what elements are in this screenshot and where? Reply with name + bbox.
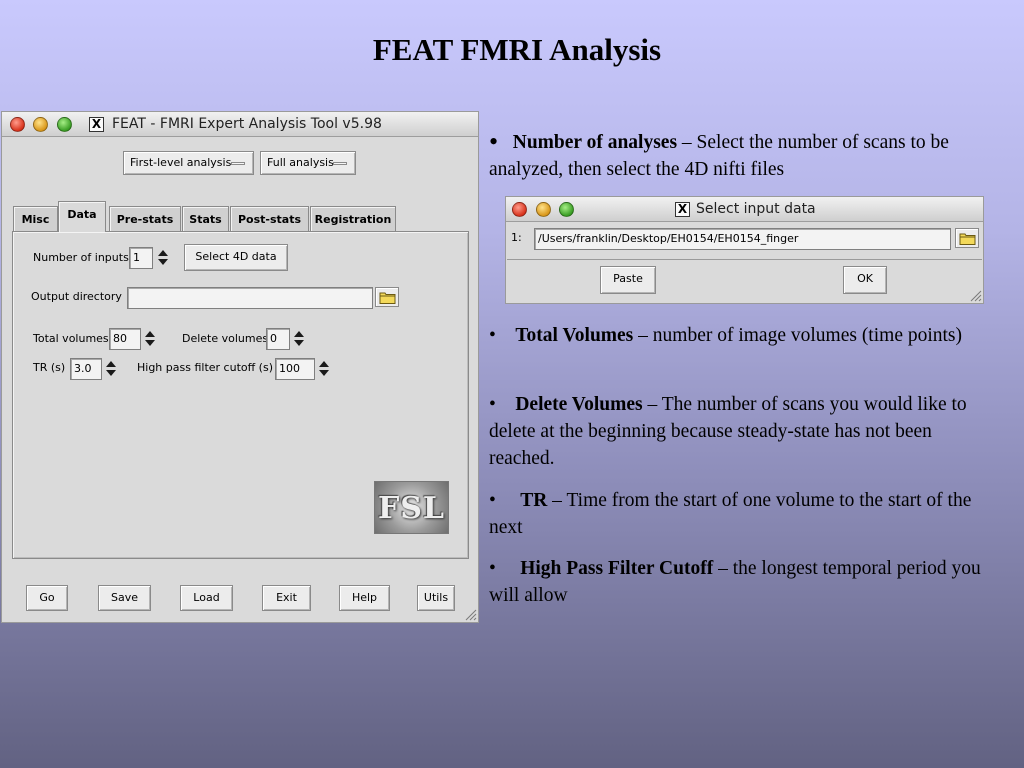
resize-grip-icon[interactable] (968, 288, 982, 302)
bullet-marker: • (489, 490, 496, 511)
tr-field[interactable]: 3.0 (70, 358, 102, 380)
paste-button[interactable]: Paste (600, 266, 656, 294)
input-path-browse-button[interactable] (955, 228, 979, 248)
number-of-inputs-label: Number of inputs (33, 251, 129, 264)
bullet-tr: • TR – Time from the start of one volume… (489, 487, 999, 541)
folder-icon (959, 233, 976, 245)
spin-down-icon[interactable] (145, 340, 155, 346)
menu-indicator-icon (333, 162, 347, 165)
number-of-inputs-stepper[interactable] (156, 247, 169, 269)
fsl-logo: FSL (374, 481, 449, 534)
spin-down-icon[interactable] (158, 259, 168, 265)
bullet-number-of-analyses: • Number of analyses – Select the number… (489, 128, 994, 183)
slide-title: FEAT FMRI Analysis (372, 32, 662, 67)
bullet-term: Number of analyses (512, 132, 678, 153)
total-volumes-field[interactable]: 80 (109, 328, 141, 350)
bullet-delete-volumes: • Delete Volumes – The number of scans y… (489, 391, 994, 472)
analysis-level-menu[interactable]: First-level analysis (123, 151, 254, 175)
help-button[interactable]: Help (339, 585, 390, 611)
exit-button[interactable]: Exit (262, 585, 311, 611)
resize-grip-icon[interactable] (463, 607, 477, 621)
x11-icon: X (89, 117, 104, 132)
zoom-icon[interactable] (559, 202, 574, 217)
input-path-field[interactable]: /Users/franklin/Desktop/EH0154/EH0154_fi… (534, 228, 951, 250)
output-directory-field[interactable] (127, 287, 373, 309)
tr-stepper[interactable] (104, 358, 117, 380)
select-input-window: X Select input data 1: /Users/franklin/D… (505, 196, 984, 304)
analysis-type-menu[interactable]: Full analysis (260, 151, 356, 175)
feat-window-title: FEAT - FMRI Expert Analysis Tool v5.98 (112, 116, 382, 132)
tab-stats[interactable]: Stats (182, 206, 229, 232)
output-directory-browse-button[interactable] (375, 287, 399, 307)
go-button[interactable]: Go (26, 585, 68, 611)
spin-up-icon[interactable] (158, 250, 168, 256)
spin-up-icon[interactable] (319, 361, 329, 367)
feat-titlebar[interactable]: X FEAT - FMRI Expert Analysis Tool v5.98 (2, 112, 478, 137)
feat-window: X FEAT - FMRI Expert Analysis Tool v5.98… (1, 111, 479, 623)
bullet-term: Total Volumes (515, 325, 634, 346)
tab-label: Misc (21, 213, 50, 226)
bullet-marker: • (489, 127, 499, 156)
number-of-inputs-field[interactable]: 1 (129, 247, 153, 269)
utils-button[interactable]: Utils (417, 585, 455, 611)
tr-label: TR (s) (33, 361, 66, 374)
load-button[interactable]: Load (180, 585, 233, 611)
total-volumes-stepper[interactable] (143, 328, 156, 350)
delete-volumes-field[interactable]: 0 (266, 328, 290, 350)
data-tab-panel: Number of inputs 1 Select 4D data Output… (12, 231, 469, 559)
select-4d-data-button[interactable]: Select 4D data (184, 244, 288, 271)
bullet-description: – Time from the start of one volume to t… (489, 490, 972, 538)
menu-indicator-icon (231, 162, 245, 165)
select-input-titlebar[interactable]: X Select input data (506, 197, 983, 222)
delete-volumes-label: Delete volumes (182, 332, 269, 345)
close-icon[interactable] (10, 117, 25, 132)
folder-icon (379, 292, 396, 304)
tab-label: Data (67, 208, 97, 221)
bullet-high-pass-filter: • High Pass Filter Cutoff – the longest … (489, 555, 994, 609)
tab-label: Pre-stats (116, 213, 174, 226)
highpass-cutoff-stepper[interactable] (317, 358, 330, 380)
delete-volumes-stepper[interactable] (292, 328, 305, 350)
minimize-icon[interactable] (536, 202, 551, 217)
bullet-total-volumes: • Total Volumes – number of image volume… (489, 322, 994, 349)
highpass-cutoff-label: High pass filter cutoff (s) (137, 361, 273, 374)
select-input-divider (507, 259, 982, 260)
tab-data[interactable]: Data (58, 201, 106, 232)
minimize-icon[interactable] (33, 117, 48, 132)
bullet-marker: • (489, 325, 496, 346)
spin-down-icon[interactable] (294, 340, 304, 346)
total-volumes-label: Total volumes (33, 332, 109, 345)
tab-misc[interactable]: Misc (13, 206, 58, 232)
tab-post-stats[interactable]: Post-stats (230, 206, 309, 232)
spin-down-icon[interactable] (106, 370, 116, 376)
tab-pre-stats[interactable]: Pre-stats (109, 206, 181, 232)
analysis-level-value: First-level analysis (130, 156, 232, 169)
ok-button[interactable]: OK (843, 266, 887, 294)
highpass-cutoff-field[interactable]: 100 (275, 358, 315, 380)
bullet-marker: • (489, 394, 496, 415)
spin-down-icon[interactable] (319, 370, 329, 376)
row-index-label: 1: (511, 231, 522, 244)
bullet-term: TR (520, 490, 548, 511)
close-icon[interactable] (512, 202, 527, 217)
tab-label: Registration (314, 213, 392, 226)
tab-label: Post-stats (237, 213, 302, 226)
tab-registration[interactable]: Registration (310, 206, 396, 232)
bullet-term: Delete Volumes (515, 394, 643, 415)
output-directory-label: Output directory (31, 290, 122, 303)
analysis-type-value: Full analysis (267, 156, 334, 169)
bullet-description: – number of image volumes (time points) (633, 325, 963, 346)
x11-icon: X (675, 202, 690, 217)
save-button[interactable]: Save (98, 585, 151, 611)
spin-up-icon[interactable] (294, 331, 304, 337)
bullet-marker: • (489, 558, 496, 579)
tab-label: Stats (189, 213, 222, 226)
spin-up-icon[interactable] (145, 331, 155, 337)
spin-up-icon[interactable] (106, 361, 116, 367)
select-input-title: Select input data (696, 201, 816, 217)
bullet-term: High Pass Filter Cutoff (520, 558, 714, 579)
zoom-icon[interactable] (57, 117, 72, 132)
